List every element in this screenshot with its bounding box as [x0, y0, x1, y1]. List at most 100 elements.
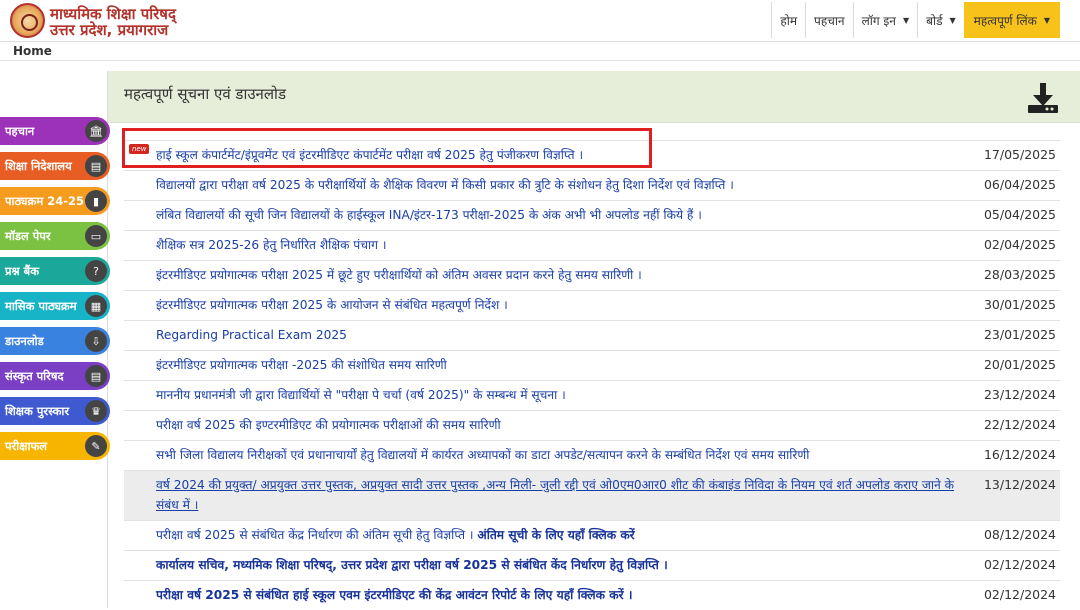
notice-link[interactable]: माननीय प्रधानमंत्री जी द्वारा विद्यार्थि… [124, 381, 966, 405]
notice-row[interactable]: Regarding Practical Exam 2025 23/01/2025 [124, 320, 1060, 350]
sidebar: पहचान 🏛 शिक्षा निदेशालय ▤ पाठ्यक्रम 24-25 ▮ मॉ… [0, 117, 112, 467]
nav-item[interactable]: महत्वपूर्ण लिंक ▼ [963, 2, 1060, 38]
book-icon: ▮ [85, 190, 107, 212]
notice-row[interactable]: परीक्षा वर्ष 2025 की इण्टरमीडिएट की प्रय… [124, 410, 1060, 440]
notice-row[interactable]: सभी जिला विद्यालय निरीक्षकों एवं प्रधाना… [124, 440, 1060, 470]
nav-item-label: होम [780, 13, 798, 28]
nav-item[interactable]: बोर्ड ▼ [917, 2, 964, 38]
notice-row[interactable]: new हाई स्कूल कंपार्टमेंट/इंप्रूवमेंट एवं… [124, 140, 1060, 170]
sidebar-item-label: परीक्षाफल [5, 438, 48, 453]
notice-text: परीक्षा वर्ष 2025 से संबंधित केंद्र निर्… [156, 528, 474, 542]
notice-link[interactable]: परीक्षा वर्ष 2025 से संबंधित हाई स्कूल ए… [124, 581, 966, 605]
notice-link[interactable]: Regarding Practical Exam 2025 [124, 321, 966, 345]
sidebar-item[interactable]: परीक्षाफल ✎ [0, 432, 110, 460]
notice-link[interactable]: कार्यालय सचिव, मध्यमिक शिक्षा परिषद्, उत… [124, 551, 966, 575]
notice-text: परीक्षा वर्ष 2025 की इण्टरमीडिएट की प्रय… [156, 418, 501, 432]
notice-row[interactable]: परीक्षा वर्ष 2025 से संबंधित हाई स्कूल ए… [124, 580, 1060, 610]
sidebar-item[interactable]: संस्कृत परिषद ▤ [0, 362, 110, 390]
notice-row[interactable]: इंटरमीडिएट प्रयोगात्मक परीक्षा 2025 में … [124, 260, 1060, 290]
calendar-icon: ▦ [85, 295, 107, 317]
sidebar-item-label: मॉडल पेपर [5, 228, 51, 243]
brand-location[interactable]: उत्तर प्रदेश, प्रयागराज [50, 20, 168, 40]
notice-row[interactable]: कार्यालय सचिव, मध्यमिक शिक्षा परिषद्, उत… [124, 550, 1060, 580]
sidebar-item-label: संस्कृत परिषद [5, 368, 64, 383]
notice-link[interactable]: इंटरमीडिएट प्रयोगात्मक परीक्षा -2025 की … [124, 351, 966, 375]
notice-date: 02/12/2024 [983, 587, 1056, 602]
notice-row[interactable]: विद्यालयों द्वारा परीक्षा वर्ष 2025 के प… [124, 170, 1060, 200]
breadcrumb-home[interactable]: Home [13, 44, 52, 58]
header: माध्यमिक शिक्षा परिषद् उत्तर प्रदेश, प्र… [0, 0, 1080, 41]
sidebar-item[interactable]: मासिक पाठ्यक्रम ▦ [0, 292, 110, 320]
notice-row[interactable]: वर्ष 2024 की प्रयुक्त/ अप्रयुक्त उत्तर प… [124, 470, 1060, 520]
sidebar-item-label: पहचान [5, 123, 35, 138]
breadcrumb: Home [0, 41, 1080, 61]
nav-item[interactable]: पहचान [805, 2, 853, 38]
click-here-link[interactable]: अंतिम सूची के लिए यहाँ क्लिक करें [477, 528, 634, 542]
notice-text: वर्ष 2024 की प्रयुक्त/ अप्रयुक्त उत्तर प… [156, 478, 955, 512]
notice-row[interactable]: लंबित विद्यालयों की सूची जिन विद्यालयों … [124, 200, 1060, 230]
panel-header: महत्वपूर्ण सूचना एवं डाउनलोड [108, 71, 1080, 123]
question-icon: ? [85, 260, 107, 282]
document-icon: ▤ [85, 365, 107, 387]
board-logo-icon[interactable] [10, 3, 45, 38]
bank-icon: 🏛 [85, 120, 107, 142]
notice-link[interactable]: वर्ष 2024 की प्रयुक्त/ अप्रयुक्त उत्तर प… [124, 471, 966, 515]
paper-icon: ▭ [85, 225, 107, 247]
nav-item[interactable]: लॉग इन ▼ [852, 2, 918, 38]
notice-row[interactable]: शैक्षिक सत्र 2025-26 हेतु निर्धारित शैक्… [124, 230, 1060, 260]
download-icon[interactable] [1026, 81, 1060, 115]
sidebar-item[interactable]: शिक्षक पुरस्कार ♛ [0, 397, 110, 425]
nav-item-label: पहचान [814, 13, 845, 28]
notice-row[interactable]: परीक्षा वर्ष 2025 से संबंधित केंद्र निर्… [124, 520, 1060, 550]
sidebar-item[interactable]: शिक्षा निदेशालय ▤ [0, 152, 110, 180]
notice-date: 23/12/2024 [983, 387, 1056, 402]
sidebar-item[interactable]: पहचान 🏛 [0, 117, 110, 145]
caret-down-icon: ▼ [902, 15, 910, 25]
notice-date: 20/01/2025 [983, 357, 1056, 372]
caret-down-icon: ▼ [1043, 15, 1050, 25]
notice-text: लंबित विद्यालयों की सूची जिन विद्यालयों … [156, 208, 702, 222]
notice-text: सभी जिला विद्यालय निरीक्षकों एवं प्रधाना… [156, 448, 810, 462]
notice-text: इंटरमीडिएट प्रयोगात्मक परीक्षा 2025 के आ… [156, 298, 508, 312]
notice-link[interactable]: सभी जिला विद्यालय निरीक्षकों एवं प्रधाना… [124, 441, 966, 465]
notice-link[interactable]: इंटरमीडिएट प्रयोगात्मक परीक्षा 2025 में … [124, 261, 966, 285]
notice-text: Regarding Practical Exam 2025 [156, 328, 347, 342]
notice-link[interactable]: इंटरमीडिएट प्रयोगात्मक परीक्षा 2025 के आ… [124, 291, 966, 315]
notice-text: इंटरमीडिएट प्रयोगात्मक परीक्षा -2025 की … [156, 358, 447, 372]
notice-date: 02/04/2025 [983, 237, 1056, 252]
sidebar-item[interactable]: पाठ्यक्रम 24-25 ▮ [0, 187, 110, 215]
notice-row[interactable]: माननीय प्रधानमंत्री जी द्वारा विद्यार्थि… [124, 380, 1060, 410]
sidebar-item[interactable]: प्रश्न बैंक? [0, 257, 110, 285]
notice-link[interactable]: परीक्षा वर्ष 2025 से संबंधित केंद्र निर्… [124, 521, 966, 545]
notice-date: 30/01/2025 [983, 297, 1056, 312]
sidebar-item[interactable]: डाउनलोड ⇩ [0, 327, 110, 355]
notice-date: 28/03/2025 [983, 267, 1056, 282]
notice-row[interactable]: इंटरमीडिएट प्रयोगात्मक परीक्षा -2025 की … [124, 350, 1060, 380]
nav-item[interactable]: होम [771, 2, 805, 38]
notice-link[interactable]: शैक्षिक सत्र 2025-26 हेतु निर्धारित शैक्… [124, 231, 966, 255]
top-nav: होम पहचान लॉग इन ▼ बोर्ड ▼ महत्वपूर्ण लिंक ▼ [771, 2, 1060, 38]
graduation-cap-icon: ✎ [85, 435, 107, 457]
notice-text: विद्यालयों द्वारा परीक्षा वर्ष 2025 के प… [156, 178, 734, 192]
notice-date: 22/12/2024 [983, 417, 1056, 432]
notice-text: शैक्षिक सत्र 2025-26 हेतु निर्धारित शैक्… [156, 238, 387, 252]
notice-link[interactable]: परीक्षा वर्ष 2025 की इण्टरमीडिएट की प्रय… [124, 411, 966, 435]
notice-link[interactable]: विद्यालयों द्वारा परीक्षा वर्ष 2025 के प… [124, 171, 966, 195]
notice-text: माननीय प्रधानमंत्री जी द्वारा विद्यार्थि… [156, 388, 566, 402]
notice-row[interactable]: इंटरमीडिएट प्रयोगात्मक परीक्षा 2025 के आ… [124, 290, 1060, 320]
notice-date: 16/12/2024 [983, 447, 1056, 462]
notice-date: 06/04/2025 [983, 177, 1056, 192]
notice-text: इंटरमीडिएट प्रयोगात्मक परीक्षा 2025 में … [156, 268, 642, 282]
sidebar-item-label: मासिक पाठ्यक्रम [5, 298, 77, 313]
download-icon: ⇩ [85, 330, 107, 352]
caret-down-icon: ▼ [949, 15, 956, 25]
nav-item-label: महत्वपूर्ण लिंक [973, 13, 1037, 28]
new-badge: new [129, 144, 150, 154]
notice-link[interactable]: हाई स्कूल कंपार्टमेंट/इंप्रूवमेंट एवं इं… [124, 141, 966, 165]
notice-date: 17/05/2025 [983, 147, 1056, 162]
notice-list: new हाई स्कूल कंपार्टमेंट/इंप्रूवमेंट एवं… [124, 140, 1060, 610]
nav-item-label: लॉग इन [861, 13, 896, 28]
notice-text: कार्यालय सचिव, मध्यमिक शिक्षा परिषद्, उत… [156, 558, 668, 572]
sidebar-item[interactable]: मॉडल पेपर ▭ [0, 222, 110, 250]
notice-link[interactable]: लंबित विद्यालयों की सूची जिन विद्यालयों … [124, 201, 966, 225]
